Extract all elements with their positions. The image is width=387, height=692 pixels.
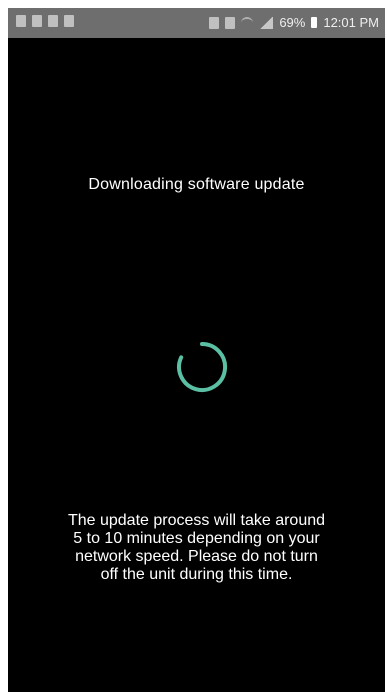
wifi-icon (241, 16, 254, 29)
loading-spinner-icon (177, 342, 228, 392)
message-line: network speed. Please do not turn (75, 548, 318, 565)
spinner-arc (177, 342, 228, 392)
notification-icon (64, 15, 74, 27)
update-message: The update process will take around 5 to… (36, 512, 357, 584)
alarm-icon (225, 16, 236, 29)
status-left-icons (16, 15, 74, 27)
phone-screen: 69% 12:01 PM Downloading software update… (8, 8, 385, 692)
battery-percent: 69% (279, 15, 306, 30)
mute-icon (209, 16, 220, 29)
notification-icon (16, 15, 26, 27)
message-line: off the unit during this time. (100, 566, 293, 583)
message-line: 5 to 10 minutes depending on your (73, 530, 320, 547)
notification-icon (32, 15, 42, 27)
battery-icon (311, 17, 318, 28)
status-right-icons: 69% 12:01 PM (209, 15, 379, 30)
page-title: Downloading software update (88, 176, 305, 193)
clock: 12:01 PM (323, 15, 379, 30)
notification-icon (48, 15, 58, 27)
status-bar: 69% 12:01 PM (8, 8, 385, 38)
message-line: The update process will take around (67, 512, 326, 529)
signal-icon (259, 16, 274, 29)
